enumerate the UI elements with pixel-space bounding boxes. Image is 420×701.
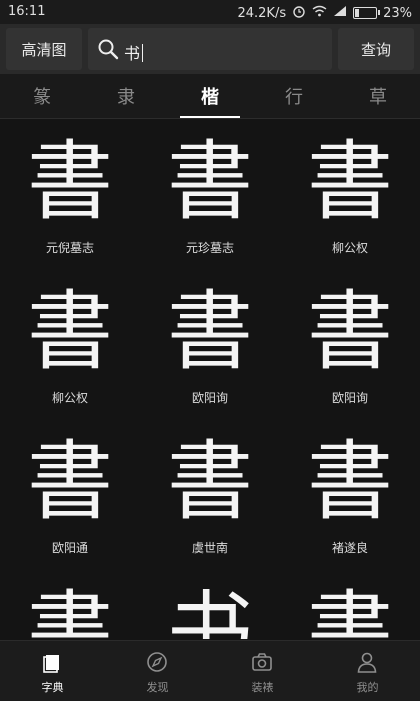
calligraphy-card[interactable]: 書 欧阳询 — [140, 269, 280, 419]
calligraphy-glyph: 書 — [307, 132, 393, 232]
calligraphy-card[interactable]: 書 — [0, 569, 140, 639]
calligrapher-name: 欧阳询 — [191, 391, 228, 405]
alarm-icon — [292, 4, 306, 22]
compass-icon — [146, 651, 168, 673]
calligrapher-name: 元珍墓志 — [185, 241, 234, 255]
nav-label: 装裱 — [251, 681, 274, 694]
search-box[interactable]: 书 — [88, 28, 332, 70]
calligraphy-card[interactable]: 書 元倪墓志 — [0, 119, 140, 269]
calligrapher-name: 褚遂良 — [331, 541, 368, 555]
search-icon — [97, 38, 119, 60]
calligraphy-glyph: 书 — [167, 582, 253, 639]
status-bar: 16:11 24.2K/s 23% — [0, 0, 420, 24]
nav-profile[interactable]: 我的 — [315, 641, 420, 701]
calligraphy-glyph: 書 — [27, 432, 113, 532]
person-icon — [356, 651, 378, 673]
calligrapher-name: 柳公权 — [51, 391, 88, 405]
net-speed: 24.2K/s — [237, 5, 287, 21]
calligraphy-glyph: 書 — [307, 432, 393, 532]
signal-icon — [333, 5, 347, 21]
battery-percent: 23% — [383, 5, 412, 21]
script-style-tabs: 篆 隶 楷 行 草 — [0, 74, 420, 119]
status-time: 16:11 — [8, 4, 46, 19]
calligraphy-card[interactable]: 書 虞世南 — [140, 419, 280, 569]
calligraphy-card[interactable]: 書 褚遂良 — [280, 419, 420, 569]
wifi-icon — [312, 5, 327, 21]
calligraphy-card[interactable]: 書 — [280, 569, 420, 639]
tab-regular[interactable]: 楷 — [168, 74, 252, 118]
query-button[interactable]: 查询 — [338, 28, 414, 70]
nav-discover[interactable]: 发现 — [105, 641, 210, 701]
calligraphy-card[interactable]: 书 — [140, 569, 280, 639]
tab-cursive[interactable]: 草 — [336, 74, 420, 118]
book-icon — [41, 651, 63, 673]
calligraphy-grid: 書 元倪墓志 書 元珍墓志 書 柳公权 書 柳公权 書 欧阳询 書 欧阳询 書 … — [0, 119, 420, 639]
calligraphy-card[interactable]: 書 欧阳询 — [280, 269, 420, 419]
calligraphy-glyph: 書 — [167, 132, 253, 232]
nav-mount[interactable]: 装裱 — [210, 641, 315, 701]
nav-label: 字典 — [41, 681, 64, 694]
calligrapher-name: 柳公权 — [331, 241, 368, 255]
calligrapher-name: 元倪墓志 — [45, 241, 94, 255]
camera-icon — [251, 651, 273, 673]
calligraphy-glyph: 書 — [167, 432, 253, 532]
calligrapher-name: 欧阳询 — [331, 391, 368, 405]
calligraphy-card[interactable]: 書 欧阳通 — [0, 419, 140, 569]
calligraphy-glyph: 書 — [27, 132, 113, 232]
calligrapher-name: 虞世南 — [191, 541, 228, 555]
nav-label: 我的 — [356, 681, 379, 694]
tab-clerical[interactable]: 隶 — [84, 74, 168, 118]
status-right: 24.2K/s 23% — [237, 4, 412, 22]
calligraphy-glyph: 書 — [307, 582, 393, 639]
calligraphy-card[interactable]: 書 柳公权 — [0, 269, 140, 419]
calligrapher-name: 欧阳通 — [51, 541, 88, 555]
app-header: 高清图 书 查询 — [0, 24, 420, 74]
hd-image-button[interactable]: 高清图 — [6, 28, 82, 70]
calligraphy-card[interactable]: 書 柳公权 — [280, 119, 420, 269]
text-caret — [142, 44, 144, 62]
battery-icon — [353, 7, 381, 19]
calligraphy-glyph: 書 — [167, 282, 253, 382]
calligraphy-glyph: 書 — [307, 282, 393, 382]
calligraphy-glyph: 書 — [27, 582, 113, 639]
tab-running[interactable]: 行 — [252, 74, 336, 118]
search-value: 书 — [124, 44, 141, 63]
calligraphy-card[interactable]: 書 元珍墓志 — [140, 119, 280, 269]
tab-seal[interactable]: 篆 — [0, 74, 84, 118]
nav-dictionary[interactable]: 字典 — [0, 641, 105, 701]
nav-label: 发现 — [146, 681, 169, 694]
bottom-nav: 字典 发现 装裱 我的 — [0, 640, 420, 701]
calligraphy-glyph: 書 — [27, 282, 113, 382]
search-input[interactable]: 书 — [124, 40, 144, 64]
